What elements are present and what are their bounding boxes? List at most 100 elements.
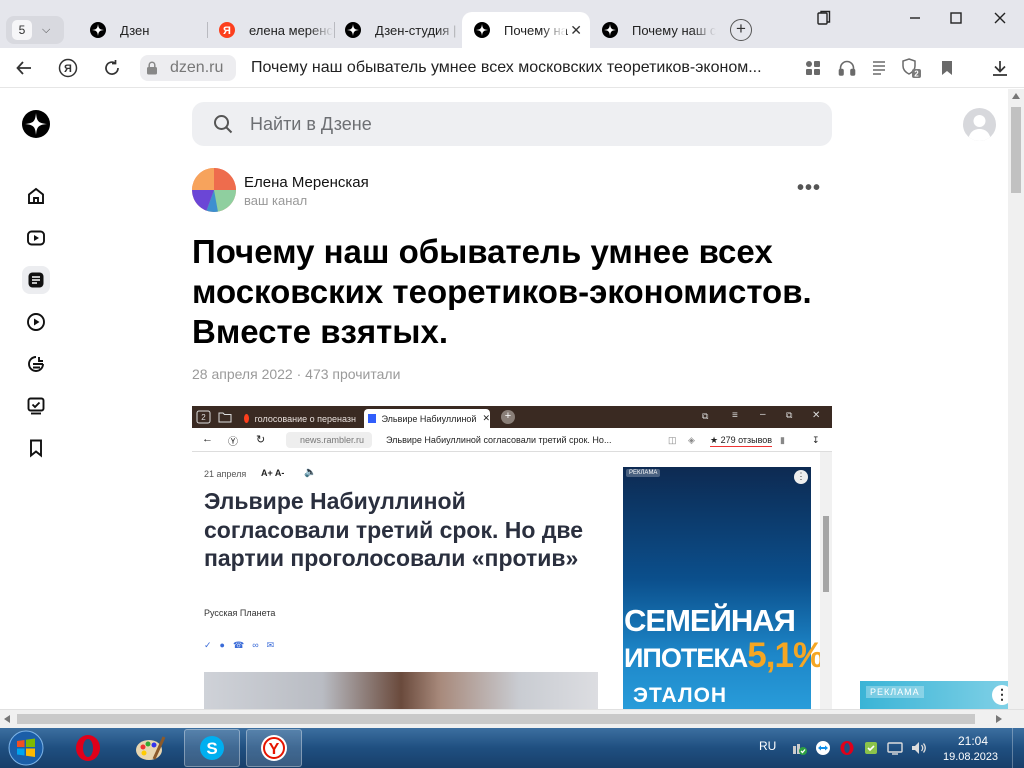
bookmarks-panel-icon[interactable] — [814, 8, 834, 28]
messenger-tray-icon[interactable] — [863, 740, 879, 756]
article-title: Почему наш обыватель умнее всех московск… — [192, 233, 812, 350]
windows-taskbar: S Y RU 21:04 19.08.2023 — [0, 728, 1024, 768]
dzen-favicon-icon — [474, 22, 490, 38]
back-arrow-icon: ← — [202, 433, 213, 445]
headphones-icon[interactable] — [836, 57, 858, 79]
taskbar-skype[interactable]: S — [184, 729, 240, 767]
sidebar-news[interactable] — [22, 350, 50, 378]
downloads-icon[interactable] — [989, 57, 1011, 79]
embedded-scroll-thumb — [823, 516, 829, 592]
search-bar[interactable]: Найти в Дзене — [192, 102, 832, 146]
taskbar-yandex-browser[interactable]: Y — [246, 729, 302, 767]
opera-tray-icon[interactable] — [839, 740, 855, 756]
clips-play-icon — [27, 313, 45, 331]
sidebar-articles[interactable] — [22, 266, 50, 294]
embedded-date: 21 апреля — [204, 469, 247, 479]
display-tray-icon[interactable] — [887, 740, 903, 756]
embedded-photo — [204, 672, 598, 709]
address-bar: Я dzen.ru Почему наш обыватель умнее все… — [0, 48, 1024, 88]
reload-icon[interactable] — [100, 56, 124, 80]
scroll-right-arrow-icon[interactable] — [996, 715, 1002, 723]
article-image[interactable]: 2 голосование о переназн Эльвире Набиулл… — [192, 406, 832, 709]
volume-icon[interactable] — [911, 740, 927, 756]
ad-brand: ЭТАЛОН — [633, 684, 728, 707]
folder-icon — [218, 412, 232, 423]
embedded-ad-banner: РЕКЛАМА ⋮ СЕМЕЙНАЯ ИПОТЕКА5,1% ЭТАЛОН — [623, 467, 824, 709]
embedded-domain: news.rambler.ru — [286, 432, 372, 448]
minimize-icon[interactable] — [905, 8, 925, 28]
site-info-pill[interactable]: dzen.ru — [140, 55, 236, 81]
tab-fade — [309, 12, 333, 48]
network-check-icon[interactable] — [792, 740, 808, 756]
ad-banner[interactable]: РЕКЛАМА ⋮ — [860, 681, 1008, 709]
embedded-ad-label: РЕКЛАМА — [626, 469, 661, 477]
tab-active-article[interactable]: Почему на ✕ — [462, 12, 590, 48]
dzen-page: Найти в Дзене Елена Меренская ваш канал … — [0, 89, 1008, 709]
new-tab-button[interactable]: + — [730, 19, 752, 41]
taskbar-paint[interactable] — [122, 729, 178, 767]
yandex-browser-icon: Y — [261, 735, 287, 761]
home-icon — [28, 187, 44, 204]
sidebar-video[interactable] — [22, 224, 50, 252]
close-window-icon[interactable] — [990, 8, 1010, 28]
vertical-scrollbar[interactable] — [1008, 89, 1024, 709]
embedded-tab-active: Эльвире Набиуллиной ✕ — [364, 409, 490, 428]
reviews-badge: ★ 279 отзывов — [710, 435, 773, 447]
clock-date[interactable]: 19.08.2023 — [943, 751, 998, 763]
video-icon — [27, 230, 45, 246]
clock-time[interactable]: 21:04 — [958, 734, 988, 748]
bookmark-outline-icon — [30, 439, 42, 458]
language-indicator[interactable]: RU — [759, 739, 776, 753]
dzen-logo-icon[interactable] — [22, 110, 50, 138]
ad-line1: СЕМЕЙНАЯ — [624, 603, 796, 638]
windows-start-icon — [8, 730, 44, 766]
svg-text:2: 2 — [201, 413, 206, 422]
svg-text:Y: Y — [269, 741, 280, 758]
tab-dzen-studio[interactable]: Дзен-студия | — [333, 12, 461, 48]
address-page-title[interactable]: Почему наш обыватель умнее всех московск… — [251, 59, 762, 77]
reader-mode-icon[interactable] — [868, 57, 890, 79]
dzen-favicon-icon — [345, 22, 361, 38]
close-tab-icon[interactable]: ✕ — [570, 22, 582, 39]
sidebar-bookmarks[interactable] — [22, 434, 50, 462]
author-avatar[interactable] — [192, 168, 236, 212]
tab-strip: 5 ⌵ Дзен Я елена меренс Дзен-студия | По… — [0, 0, 1024, 48]
ad-line2: ИПОТЕКА — [624, 643, 748, 673]
embedded-font-controls: A+ A- — [261, 468, 285, 478]
start-button[interactable] — [0, 729, 52, 767]
embedded-scrollbar — [820, 452, 832, 709]
collections-icon[interactable] — [802, 57, 824, 79]
scroll-up-arrow-icon[interactable] — [1012, 93, 1020, 99]
tab-article-duplicate[interactable]: Почему наш с — [590, 12, 716, 48]
ad-more-icon[interactable]: ⋮ — [992, 685, 1008, 705]
dzen-favicon-icon — [90, 22, 106, 38]
yandex-home-icon[interactable]: Я — [56, 56, 80, 80]
sidebar-home[interactable] — [22, 182, 50, 210]
tab-yandex-search[interactable]: Я елена меренс — [207, 12, 333, 48]
maximize-icon[interactable] — [946, 8, 966, 28]
horizontal-scroll-thumb[interactable] — [17, 714, 975, 724]
back-arrow-icon[interactable] — [12, 56, 36, 80]
show-desktop-button[interactable] — [1012, 728, 1024, 768]
tab-dzen[interactable]: Дзен — [78, 12, 206, 48]
author-name[interactable]: Елена Меренская — [244, 174, 369, 191]
user-avatar[interactable] — [963, 108, 996, 141]
horizontal-scrollbar[interactable] — [0, 709, 1024, 728]
vertical-scroll-thumb[interactable] — [1011, 107, 1021, 193]
teamviewer-icon[interactable] — [815, 740, 831, 756]
taskbar-opera[interactable] — [60, 729, 116, 767]
bookmarks-icon: ⧉ — [702, 411, 709, 421]
tab-counter-button[interactable]: 5 ⌵ — [6, 16, 64, 44]
bookmark-icon[interactable] — [936, 57, 958, 79]
rambler-favicon-icon — [368, 414, 376, 423]
ad-rate: 5,1% — [747, 636, 824, 675]
site-domain: dzen.ru — [170, 59, 224, 76]
protect-icon[interactable]: 2 — [900, 57, 922, 79]
more-options-icon[interactable]: ••• — [797, 177, 821, 200]
scroll-left-arrow-icon[interactable] — [4, 715, 10, 723]
tab-counter-icon: 2 — [196, 410, 211, 424]
sidebar-clips[interactable] — [22, 308, 50, 336]
embedded-tab: голосование о переназн — [244, 409, 356, 428]
sidebar-subscriptions[interactable] — [22, 392, 50, 420]
tab-count: 5 — [12, 20, 32, 40]
